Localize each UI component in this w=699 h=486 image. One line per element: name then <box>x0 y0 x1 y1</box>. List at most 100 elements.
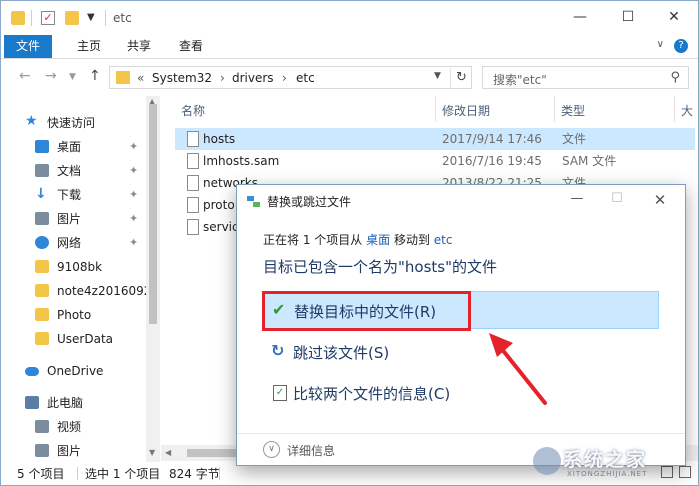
folder-icon <box>35 284 49 297</box>
pin-icon[interactable]: ✦ <box>129 159 138 183</box>
computer-icon <box>25 396 39 409</box>
nav-label: 9108bk <box>57 260 103 274</box>
customize-quick-access-icon[interactable]: ▼ <box>87 11 101 25</box>
nav-item-documents[interactable]: 文档 ✦ <box>1 159 146 183</box>
explorer-window: ✓ ▼ etc — ☐ ✕ 文件 主页 共享 查看 ∨ ? ← → ▼ ↑ « … <box>0 0 699 486</box>
address-row: ← → ▼ ↑ « System32 › drivers › etc ▼ ↻ 搜… <box>1 60 698 96</box>
pin-icon[interactable]: ✦ <box>129 231 138 255</box>
pin-icon[interactable]: ✦ <box>129 207 138 231</box>
scroll-thumb[interactable] <box>149 104 157 324</box>
breadcrumb-separator[interactable]: › <box>220 71 225 85</box>
window-title: etc <box>113 11 132 25</box>
properties-icon[interactable]: ✓ <box>41 11 55 25</box>
nav-item-pictures[interactable]: 图片 ✦ <box>1 207 146 231</box>
breadcrumb-etc[interactable]: etc <box>296 71 315 85</box>
file-row[interactable]: hosts 2017/9/14 17:46 文件 <box>175 128 695 150</box>
nav-quick-access[interactable]: ★ 快速访问 <box>1 111 146 135</box>
column-header-date[interactable]: 修改日期 <box>442 102 490 119</box>
dialog-heading: 目标已包含一个名为"hosts"的文件 <box>263 258 497 276</box>
column-header-size[interactable]: 大 <box>681 102 693 119</box>
expand-ribbon-icon[interactable]: ∨ <box>657 39 664 50</box>
pin-icon[interactable]: ✦ <box>129 135 138 159</box>
scroll-left-icon[interactable]: ◀ <box>165 448 171 457</box>
nav-item-videos[interactable]: 视频 <box>1 415 146 439</box>
dialog-minimize-button[interactable]: — <box>562 191 592 206</box>
compare-option-button[interactable]: ✓ 比较两个文件的信息(C) <box>263 374 659 412</box>
tab-view[interactable]: 查看 <box>167 35 215 58</box>
column-divider[interactable] <box>554 96 555 122</box>
address-bar[interactable]: « System32 › drivers › etc ▼ ↻ <box>109 66 472 89</box>
selected-size: 824 字节 <box>169 467 220 481</box>
dialog-close-button[interactable]: ✕ <box>645 191 675 209</box>
nav-item-pictures[interactable]: 图片 <box>1 439 146 463</box>
move-files-icon <box>247 196 261 208</box>
file-type: SAM 文件 <box>562 154 617 168</box>
divider <box>219 467 220 480</box>
close-button[interactable]: ✕ <box>651 1 697 33</box>
nav-scrollbar[interactable]: ▲ ▼ <box>146 96 160 462</box>
file-name: proto <box>203 198 235 212</box>
nav-item-downloads[interactable]: ↓ 下载 ✦ <box>1 183 146 207</box>
pictures-icon <box>35 212 49 225</box>
skip-option-button[interactable]: ↻ 跳过该文件(S) <box>263 333 659 371</box>
dialog-title: 替换或跳过文件 <box>267 195 352 209</box>
nav-item-folder[interactable]: UserData <box>1 327 146 351</box>
chevron-down-icon[interactable]: ∨ <box>263 441 280 458</box>
nav-item-folder[interactable]: Photo <box>1 303 146 327</box>
forward-arrow-icon[interactable]: → <box>45 68 57 84</box>
search-icon[interactable]: ⚲ <box>670 70 680 85</box>
scroll-down-icon[interactable]: ▼ <box>149 448 155 457</box>
back-arrow-icon[interactable]: ← <box>19 68 31 84</box>
tab-share[interactable]: 共享 <box>115 35 163 58</box>
nav-onedrive[interactable]: OneDrive <box>1 359 146 383</box>
folder-icon[interactable] <box>11 11 25 25</box>
nav-label: OneDrive <box>47 364 104 378</box>
search-input[interactable]: 搜索"etc" ⚲ <box>482 66 689 89</box>
breadcrumb-drivers[interactable]: drivers <box>232 71 274 85</box>
refresh-icon[interactable]: ↻ <box>450 68 472 88</box>
nav-item-folder[interactable]: note4z2016092 <box>1 279 151 303</box>
source-link[interactable]: 桌面 <box>366 233 390 247</box>
new-folder-icon[interactable] <box>65 11 79 25</box>
destination-link[interactable]: etc <box>434 233 453 247</box>
help-icon[interactable]: ? <box>674 39 688 53</box>
tab-home[interactable]: 主页 <box>65 35 113 58</box>
column-header-name[interactable]: 名称 <box>181 102 205 119</box>
file-name: hosts <box>203 132 236 146</box>
option-label: 比较两个文件的信息(C) <box>293 385 451 403</box>
up-arrow-icon[interactable]: ↑ <box>89 68 101 84</box>
nav-this-pc[interactable]: 此电脑 <box>1 391 146 415</box>
nav-label: 图片 <box>57 212 82 226</box>
details-toggle[interactable]: 详细信息 <box>287 442 335 459</box>
file-date: 2017/9/14 17:46 <box>442 132 542 146</box>
nav-item-folder[interactable]: 9108bk <box>1 255 146 279</box>
file-name: lmhosts.sam <box>203 154 280 168</box>
recent-locations-icon[interactable]: ▼ <box>69 72 76 82</box>
column-divider[interactable] <box>435 96 436 122</box>
maximize-button[interactable]: ☐ <box>605 1 651 33</box>
star-icon: ★ <box>25 113 38 129</box>
option-label: 跳过该文件(S) <box>293 344 390 362</box>
minimize-button[interactable]: — <box>557 1 603 33</box>
dialog-maximize-button: ☐ <box>611 191 623 206</box>
pin-icon[interactable]: ✦ <box>129 183 138 207</box>
file-row[interactable]: lmhosts.sam 2016/7/16 19:45 SAM 文件 <box>175 150 695 172</box>
breadcrumb-overflow[interactable]: « <box>137 71 144 85</box>
chevron-down-icon[interactable]: ▼ <box>434 71 441 81</box>
item-count: 5 个项目 <box>17 467 65 481</box>
column-divider[interactable] <box>674 96 675 122</box>
breadcrumb-system32[interactable]: System32 <box>152 71 212 85</box>
divider <box>77 467 78 480</box>
nav-label: 视频 <box>57 420 82 434</box>
tab-file[interactable]: 文件 <box>4 35 53 58</box>
message-text: 正在将 1 个项目从 <box>263 233 363 247</box>
nav-label: 文档 <box>57 164 82 178</box>
nav-item-network[interactable]: 网络 ✦ <box>1 231 146 255</box>
file-icon <box>187 131 199 147</box>
cloud-icon <box>25 367 39 376</box>
column-header-type[interactable]: 类型 <box>561 102 585 119</box>
annotation-arrow-icon <box>489 333 547 405</box>
breadcrumb-separator[interactable]: › <box>282 71 287 85</box>
nav-label: 快速访问 <box>47 116 96 130</box>
nav-item-desktop[interactable]: 桌面 ✦ <box>1 135 146 159</box>
